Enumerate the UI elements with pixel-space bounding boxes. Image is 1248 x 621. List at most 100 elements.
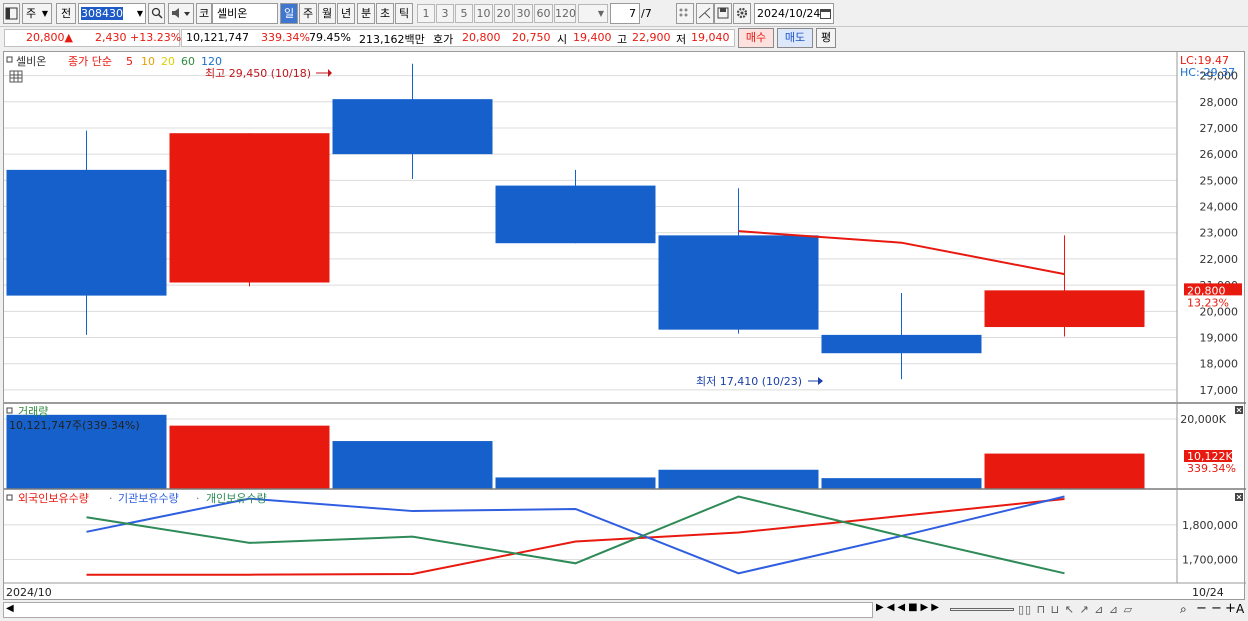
stock-name-field[interactable]: 셀비온 (212, 3, 278, 24)
open-price: 19,400 (573, 31, 612, 44)
period-type-select[interactable]: 주 ▼ (22, 3, 52, 24)
count-total: /7 (641, 7, 652, 20)
grid-dots-icon[interactable] (676, 3, 694, 24)
stop-icon[interactable]: ■ (908, 602, 920, 613)
candle-body (169, 133, 330, 283)
second-tab[interactable]: 초 (376, 3, 394, 24)
draw-line-icon[interactable] (696, 3, 714, 24)
legend-name: 셀비온 (16, 55, 46, 68)
count-input[interactable]: 7 (610, 3, 640, 24)
period-type-label: 주 (26, 7, 37, 20)
period-3[interactable]: 3 (436, 4, 454, 23)
period-30[interactable]: 30 (514, 4, 533, 23)
date-input[interactable]: 2024/10/24 (754, 3, 834, 24)
stock-code-value: 308430 (81, 7, 123, 20)
volume-panel: 20,000K (6, 413, 1227, 489)
gear-icon[interactable] (733, 3, 751, 24)
volume-title: 거래량 (18, 405, 48, 418)
search-icon[interactable] (148, 3, 165, 24)
stock-code-input[interactable]: 308430 ▼ (78, 3, 146, 24)
price-tick-label: 18,000 (1200, 358, 1239, 371)
price-tick-label: 25,000 (1200, 174, 1239, 187)
week-tab[interactable]: 주 (299, 3, 317, 24)
legend-individual: 개인보유수량 (206, 492, 267, 505)
low-annotation: 최저 17,410 (10/23) (696, 375, 802, 388)
market-label: 코 (196, 3, 212, 24)
fast-forward-icon[interactable]: ▶▶ (921, 602, 942, 613)
price-tick-label: 19,000 (1200, 332, 1239, 345)
year-tab[interactable]: 년 (337, 3, 355, 24)
table-icon[interactable] (9, 70, 23, 83)
high-label: 고 (617, 33, 628, 46)
candle-body (332, 99, 493, 155)
volume-pct-tag: 339.34% (1187, 462, 1236, 475)
toolbar: 주 ▼ 전 308430 ▼ 코 셀비온 일 주 월 년 분 초 틱 1 3 5 … (0, 0, 1248, 27)
chevron-down-icon: ▼ (41, 9, 48, 18)
tick-tab[interactable]: 틱 (395, 3, 413, 24)
chart-area[interactable]: 17,00018,00019,00020,00021,00022,00023,0… (3, 51, 1246, 601)
turnover-ratio: 79.45% (309, 31, 351, 44)
minus-icon[interactable]: − (1211, 601, 1222, 616)
volume-bar (169, 425, 330, 489)
close-panel-icon[interactable] (1235, 493, 1243, 501)
volume-ratio: 339.34% (261, 31, 310, 44)
save-icon[interactable] (714, 3, 732, 24)
zoom-slider[interactable] (950, 608, 1014, 611)
volume-info: 10,121,747주(339.34%) (9, 419, 140, 432)
minute-tab[interactable]: 분 (357, 3, 375, 24)
close-panel-icon[interactable] (1235, 406, 1243, 414)
zoom-out-icon[interactable]: − (1196, 601, 1207, 616)
legend-sep: · (196, 492, 200, 505)
period-20[interactable]: 20 (494, 4, 513, 23)
price-panel: 17,00018,00019,00020,00021,00022,00023,0… (6, 63, 1239, 397)
trade-amount: 213,162백만 (359, 33, 425, 46)
arrow-right-icon (808, 377, 823, 385)
svg-text:13.23%: 13.23% (1187, 296, 1229, 309)
legend-ma60: 60 (181, 55, 195, 68)
period-120[interactable]: 120 (554, 4, 576, 23)
legend-ma10: 10 (141, 55, 155, 68)
price-tick-label: 22,000 (1200, 253, 1239, 266)
font-size-icon[interactable]: A (1236, 602, 1244, 616)
calendar-icon (820, 9, 831, 19)
scroll-right-icon[interactable]: ▶ (876, 602, 887, 613)
zoom-icon[interactable]: ⌕ (1180, 602, 1187, 617)
bid-price: 20,750 (512, 31, 551, 44)
chevron-down-icon: ▼ (597, 9, 604, 18)
drawing-tools[interactable]: ▯▯ ⊓ ⊔ ↖ ↗ ⊿ ⊿ ▱ (1018, 603, 1178, 617)
low-price: 19,040 (691, 31, 730, 44)
volume-tick-label: 20,000K (1180, 413, 1226, 426)
rewind-icon[interactable]: ◀◀ (887, 602, 908, 613)
hc-label: HC:-29.37 (1180, 66, 1235, 79)
month-tab[interactable]: 월 (318, 3, 336, 24)
day-tab[interactable]: 일 (280, 3, 298, 24)
period-10[interactable]: 10 (474, 4, 493, 23)
date-value: 2024/10/24 (757, 7, 821, 20)
holdings-tick-label: 1,800,000 (1182, 519, 1238, 532)
holdings-tick-label: 1,700,000 (1182, 553, 1238, 566)
period-60[interactable]: 60 (534, 4, 553, 23)
playback-controls[interactable]: ▶◀◀■▶▶ (876, 602, 944, 618)
plus-icon[interactable]: + (1225, 601, 1236, 616)
period-5[interactable]: 5 (455, 4, 473, 23)
price-tick-label: 17,000 (1200, 384, 1239, 397)
scroll-left-icon[interactable]: ◀ (6, 603, 14, 614)
eval-button[interactable]: 평 (816, 28, 836, 48)
legend-institution: 기관보유수량 (118, 492, 179, 505)
legend-ma-label: 종가 단순 (68, 55, 112, 68)
legend-ma5: 5 (126, 55, 133, 68)
period-dropdown[interactable]: ▼ (578, 4, 608, 23)
prev-button[interactable]: 전 (56, 3, 76, 24)
price-tick-label: 23,000 (1200, 227, 1239, 240)
buy-button[interactable]: 매수 (738, 28, 774, 48)
volume-bar (984, 453, 1145, 489)
horizontal-scrollbar[interactable]: ◀ (3, 602, 873, 618)
period-1[interactable]: 1 (417, 4, 435, 23)
candle-body (495, 185, 656, 244)
window-icon[interactable] (3, 3, 20, 24)
sell-button[interactable]: 매도 (777, 28, 813, 48)
speaker-icon[interactable] (168, 3, 194, 24)
chart-canvas[interactable]: 17,00018,00019,00020,00021,00022,00023,0… (4, 52, 1246, 601)
low-label: 저 (676, 33, 687, 46)
high-annotation: 최고 29,450 (10/18) (205, 67, 311, 80)
